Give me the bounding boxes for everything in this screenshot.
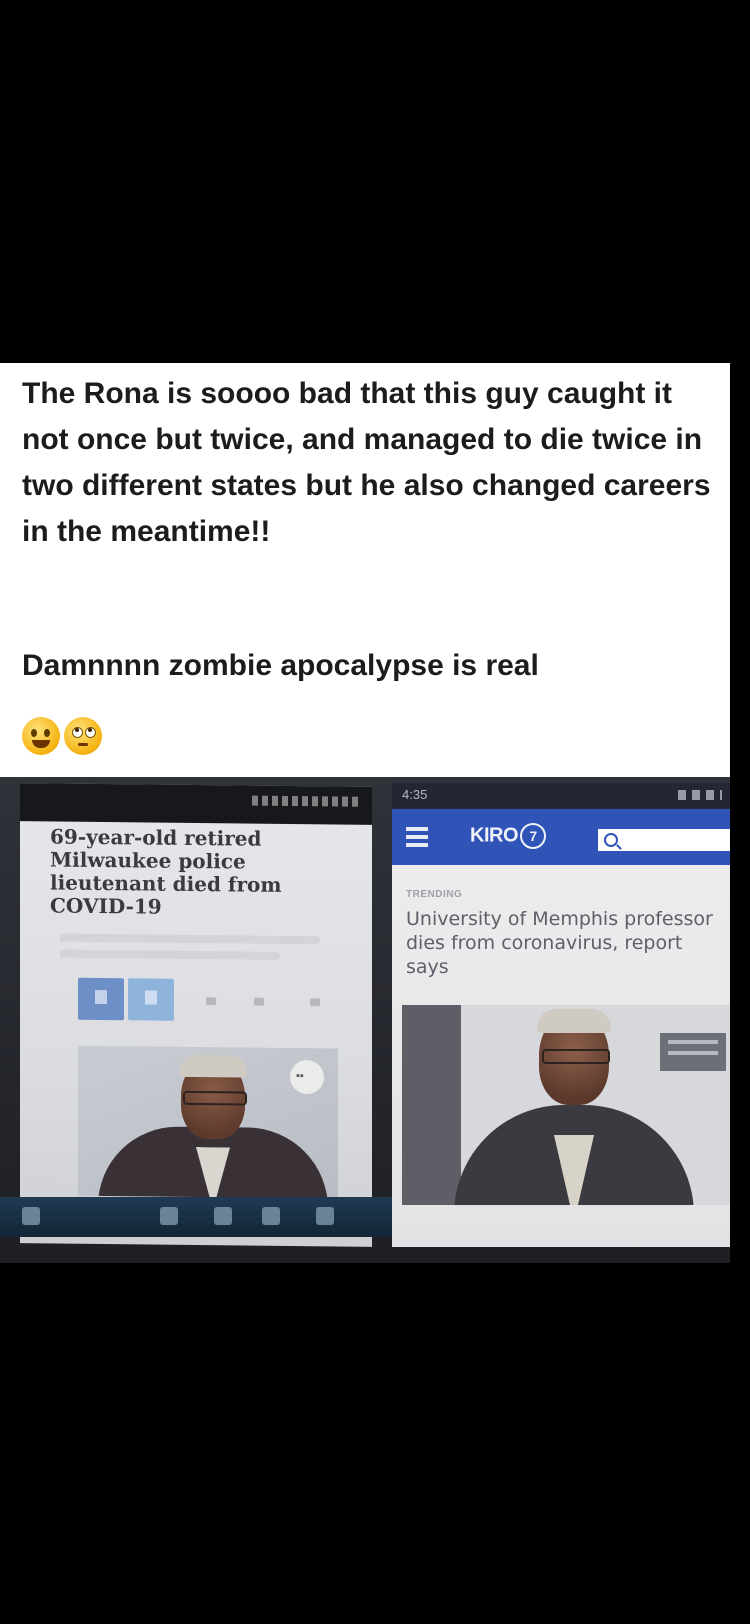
twitter-icon: [145, 990, 157, 1005]
taskbar-app-icon[interactable]: [316, 1207, 334, 1225]
status-time: 4:35: [402, 787, 428, 802]
person-glasses: [542, 1049, 610, 1064]
search-icon[interactable]: [604, 833, 618, 847]
emoji-eye: [72, 727, 83, 738]
right-article-headline[interactable]: University of Memphis professor dies fro…: [406, 907, 716, 979]
taskbar-app-icon[interactable]: [262, 1207, 280, 1225]
search-input[interactable]: [598, 829, 730, 851]
status-icons: [678, 790, 722, 800]
twitter-share-button[interactable]: [128, 978, 174, 1021]
taskbar-app-icon[interactable]: [160, 1207, 178, 1225]
right-article-photo: [402, 1005, 730, 1205]
status-icons: [252, 795, 362, 807]
left-article-photo: ▪▪: [78, 1045, 338, 1199]
facebook-share-button[interactable]: [78, 977, 124, 1021]
trending-label: TRENDING: [406, 889, 463, 900]
kiro-logo-text: KIRO: [470, 824, 519, 847]
kiro-nav-bar: KIRO 7: [392, 809, 730, 865]
person-hair: [179, 1054, 247, 1078]
emoji-eye: [44, 729, 50, 737]
face-with-rolling-eyes-emoji: [64, 717, 102, 755]
kiro-logo-number: 7: [520, 823, 546, 849]
hamburger-menu-icon[interactable]: [406, 827, 428, 847]
photo-credit-badge: ▪▪: [290, 1059, 324, 1095]
emoji-mouth: [32, 740, 50, 748]
taskbar-app-icon[interactable]: [214, 1207, 232, 1225]
left-article-screen: 69-year-old retired Milwaukee police lie…: [20, 783, 372, 1247]
photo-name-label: [660, 1033, 726, 1071]
emoji-eye: [85, 727, 96, 738]
start-icon[interactable]: [22, 1207, 40, 1225]
emoji-mouth: [78, 743, 88, 746]
kiro7-logo[interactable]: KIRO 7: [470, 823, 546, 849]
photo-credit-mark: ▪▪: [296, 1070, 304, 1083]
left-browser-topbar: [20, 783, 372, 825]
blurred-subtext: [60, 949, 280, 960]
pinterest-icon[interactable]: [206, 997, 216, 1006]
right-article-screen: 4:35 KIRO 7 TRENDING University of Memphi…: [392, 783, 730, 1247]
emoji-eye: [31, 729, 37, 737]
facebook-icon: [95, 989, 107, 1005]
blurred-subtext: [60, 933, 320, 945]
email-icon[interactable]: [254, 997, 264, 1006]
left-article-headline: 69-year-old retired Milwaukee police lie…: [50, 824, 282, 919]
post-caption-secondary: Damnnnn zombie apocalypse is real: [22, 649, 539, 682]
post-caption: The Rona is soooo bad that this guy caug…: [22, 377, 711, 548]
rolling-on-floor-laughing-emoji: [22, 717, 60, 755]
windows-taskbar: [0, 1197, 400, 1237]
post-card: The Rona is soooo bad that this guy caug…: [0, 363, 730, 1263]
more-icon[interactable]: [310, 998, 320, 1007]
emoji-row: [22, 717, 102, 757]
person-glasses: [183, 1090, 247, 1106]
monitor-photo: 69-year-old retired Milwaukee police lie…: [0, 777, 730, 1263]
person-hair: [537, 1009, 611, 1033]
phone-status-bar: 4:35: [392, 783, 730, 809]
